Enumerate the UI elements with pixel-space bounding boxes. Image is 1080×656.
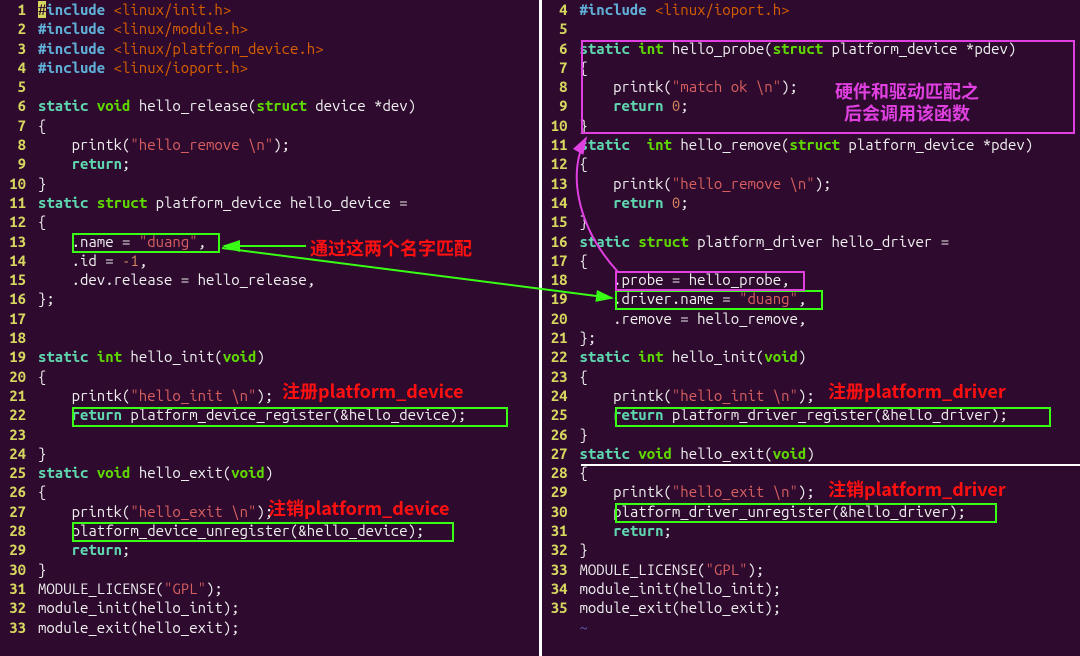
left-pane: 1234567891011121314151617181920212223242… <box>0 0 542 656</box>
right-gutter: 4567891011121314151617181920212223242526… <box>542 0 574 637</box>
right-code: #include <linux/ioport.h>static int hell… <box>580 0 1034 637</box>
left-code: #include <linux/init.h>#include <linux/m… <box>38 0 466 637</box>
right-pane: 4567891011121314151617181920212223242526… <box>542 0 1080 656</box>
left-gutter: 1234567891011121314151617181920212223242… <box>0 0 32 637</box>
split-editor: 1234567891011121314151617181920212223242… <box>0 0 1080 656</box>
